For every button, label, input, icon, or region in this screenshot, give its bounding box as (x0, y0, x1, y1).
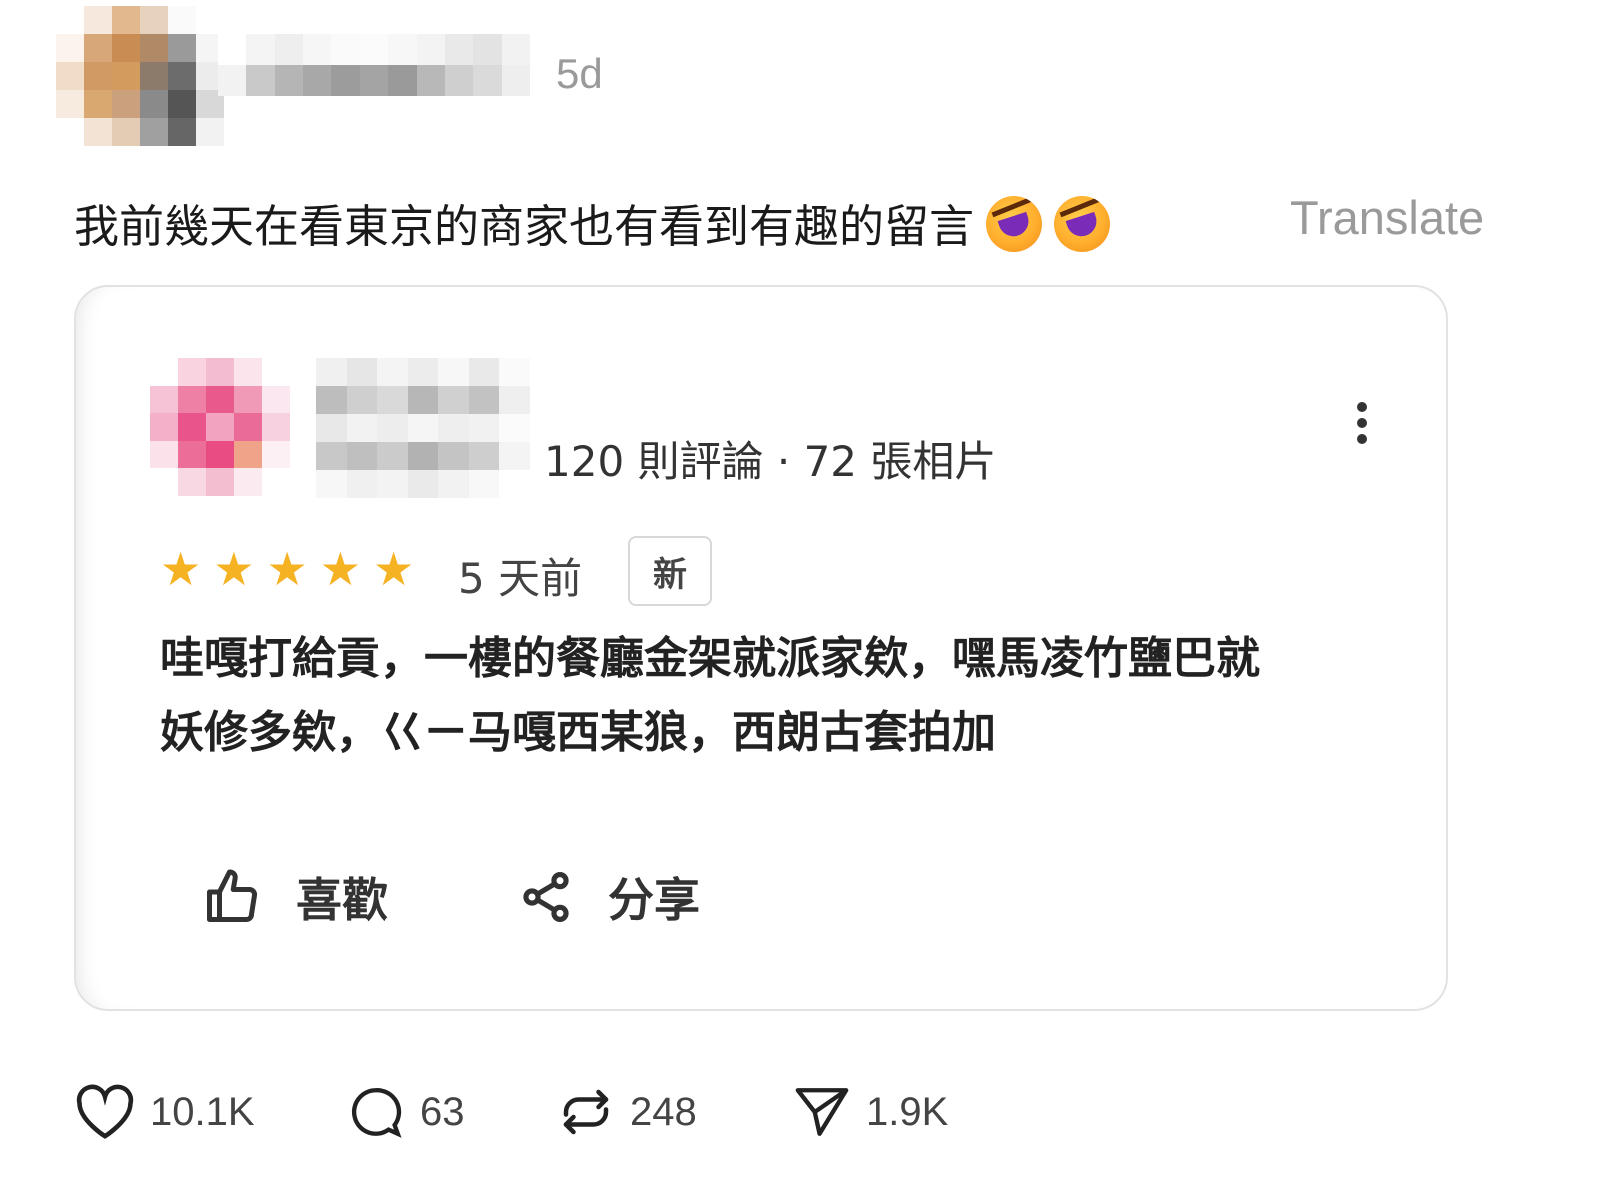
review-age: 5 天前 (458, 554, 583, 603)
review-share-label: 分享 (608, 873, 700, 927)
star-icon: ★ (319, 542, 361, 596)
review-like-label: 喜歡 (296, 873, 388, 927)
share-count: 1.9K (866, 1089, 949, 1134)
star-icon: ★ (266, 542, 308, 596)
laughing-emoji-icon (986, 196, 1043, 252)
send-button[interactable]: 1.9K (792, 1082, 948, 1142)
comment-count: 63 (420, 1089, 465, 1134)
repost-count: 248 (630, 1089, 697, 1134)
laughing-emoji-icon (1054, 196, 1111, 252)
new-badge: 新 (628, 536, 712, 606)
star-icon: ★ (213, 542, 255, 596)
more-options-icon[interactable] (1342, 396, 1382, 460)
post-timestamp: 5d (556, 50, 603, 97)
review-share-button[interactable]: 分享 (518, 864, 700, 930)
reviewer-stats: 120 則評論 · 72 張相片 (544, 437, 997, 486)
reviewer-avatar (150, 358, 290, 496)
heart-icon (76, 1084, 134, 1139)
like-count: 10.1K (150, 1089, 255, 1134)
send-paper-plane-icon (795, 1088, 849, 1136)
post-text: 我前幾天在看東京的商家也有看到有趣的留言 (74, 190, 1111, 255)
review-text: 哇嘎打給貢，一樓的餐廳金架就派家欸，嘿馬凌竹鹽巴就 妖修多欸，巜ㄧ马嘎西某狼，西… (160, 622, 1400, 770)
review-like-button[interactable]: 喜歡 (202, 864, 388, 930)
comment-button[interactable]: 63 (346, 1082, 465, 1142)
thumbs-up-icon (207, 869, 258, 923)
review-text-line: 哇嘎打給貢，一樓的餐廳金架就派家欸，嘿馬凌竹鹽巴就 (160, 633, 1260, 684)
like-button[interactable]: 10.1K (74, 1082, 255, 1142)
comment-bubble-icon (351, 1088, 402, 1138)
author-avatar[interactable] (56, 6, 224, 146)
repost-button[interactable]: 248 (556, 1082, 697, 1142)
star-icon: ★ (373, 542, 415, 596)
share-nodes-icon (523, 872, 569, 922)
reviewer-name-blurred (316, 358, 530, 498)
star-icon: ★ (160, 542, 202, 596)
post-text-content: 我前幾天在看東京的商家也有看到有趣的留言 (74, 200, 975, 253)
star-rating: ★ ★ ★ ★ ★ (160, 546, 414, 592)
translate-link[interactable]: Translate (1290, 190, 1484, 245)
author-name-blurred[interactable] (218, 34, 530, 96)
review-text-line: 妖修多欸，巜ㄧ马嘎西某狼，西朗古套拍加 (160, 707, 996, 758)
repost-arrows-icon (563, 1089, 609, 1135)
